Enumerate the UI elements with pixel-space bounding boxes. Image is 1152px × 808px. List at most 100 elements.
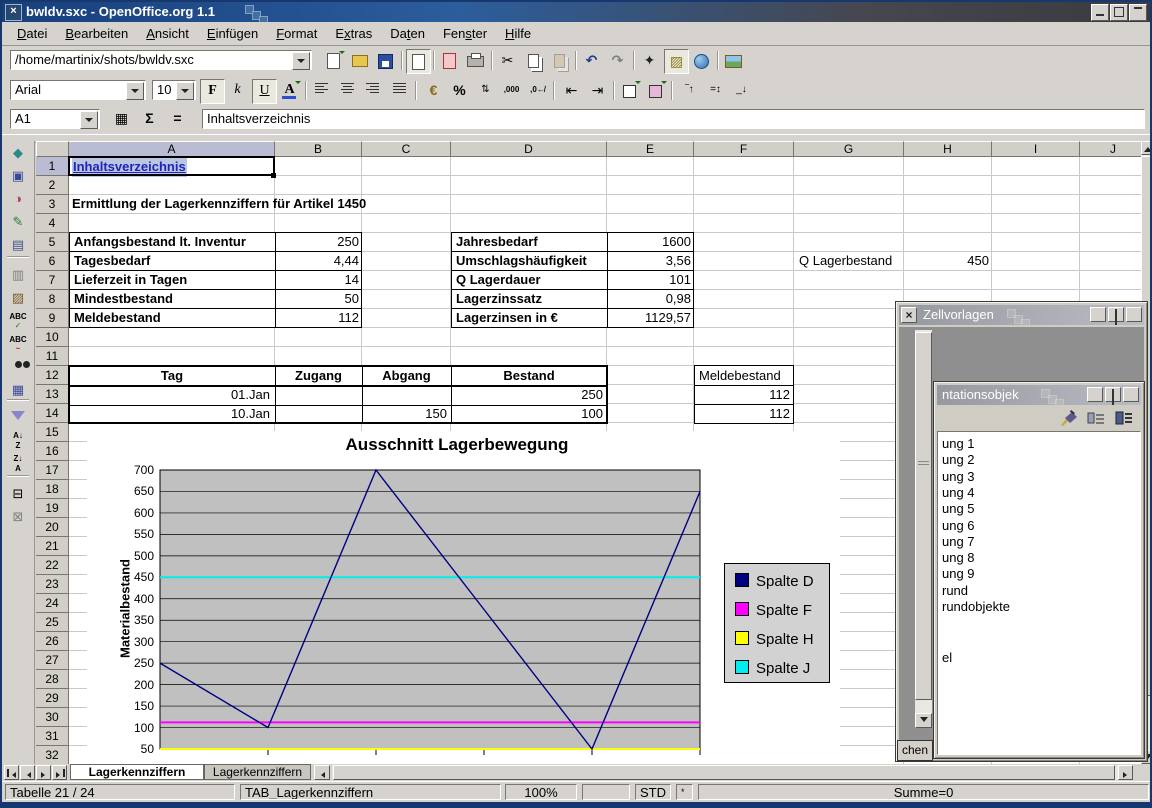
scroll-down-icon[interactable]	[915, 713, 932, 728]
stylist-style-list[interactable]: ung 1ung 2ung 3ung 4ung 5ung 6ung 7ung 8…	[937, 431, 1141, 755]
menu-item-fenster[interactable]: Fenster	[434, 24, 496, 43]
insert-fields-icon[interactable]: ▥	[6, 264, 30, 286]
style-list-item[interactable]: ung 1	[942, 436, 975, 452]
navigator-icon[interactable]: ✦	[638, 49, 661, 72]
horizontal-scroll-thumb[interactable]	[333, 765, 1115, 780]
row-header-25[interactable]: 25	[36, 613, 69, 632]
copy-icon[interactable]	[522, 49, 545, 72]
decrease-indent-icon[interactable]: ⇤	[560, 79, 583, 102]
menu-item-daten[interactable]: Daten	[381, 24, 434, 43]
column-header-F[interactable]: F	[694, 141, 794, 157]
increase-indent-icon[interactable]: ⇥	[586, 79, 609, 102]
titlebar[interactable]: × bwldv.sxc - OpenOffice.org 1.1	[2, 2, 1150, 22]
formula-input[interactable]: Inhaltsverzeichnis	[202, 109, 1145, 129]
print-button[interactable]	[464, 49, 487, 72]
undo-icon[interactable]: ↶	[580, 49, 603, 72]
style-list-item[interactable]: ung 5	[942, 501, 975, 517]
row-header-13[interactable]: 13	[36, 385, 69, 404]
row-header-5[interactable]: 5	[36, 233, 69, 252]
row-header-19[interactable]: 19	[36, 499, 69, 518]
maximize-button[interactable]	[1110, 4, 1128, 21]
function-autopilot-icon[interactable]: ▦	[110, 107, 133, 130]
cut-icon[interactable]: ✂	[496, 49, 519, 72]
zoom-field[interactable]: 100%	[505, 784, 577, 800]
font-name-dropdown-icon[interactable]	[126, 82, 144, 100]
background-color-icon[interactable]	[644, 79, 667, 102]
row-header-10[interactable]: 10	[36, 328, 69, 347]
draw-functions-icon[interactable]: ✎	[6, 211, 30, 233]
tab-scroll-left-icon[interactable]	[314, 765, 330, 780]
font-color-button[interactable]: A	[278, 79, 301, 102]
row-header-21[interactable]: 21	[36, 537, 69, 556]
delete-decimal-icon[interactable]: ,0↚	[526, 79, 549, 102]
row-header-9[interactable]: 9	[36, 309, 69, 328]
close-icon[interactable]: ×	[901, 307, 917, 323]
sum-field[interactable]: Summe=0	[698, 784, 1149, 800]
row-headers[interactable]: 1234567891011121314151617181920212223242…	[36, 157, 69, 764]
redo-icon[interactable]: ↷	[606, 49, 629, 72]
export-pdf-button[interactable]	[438, 49, 461, 72]
align-right-icon[interactable]	[362, 79, 385, 102]
row-header-20[interactable]: 20	[36, 518, 69, 537]
sort-descending-icon[interactable]: Z↓A	[6, 453, 30, 475]
zellvorlagen-scroll-thumb[interactable]	[915, 332, 932, 700]
style-list-item[interactable]: ung 6	[942, 518, 975, 534]
data-sources-icon[interactable]: ▦	[6, 379, 30, 401]
edit-file-button[interactable]: ✎	[406, 49, 431, 74]
new-style-from-selection-icon[interactable]	[1087, 410, 1105, 429]
function-icon[interactable]: =	[166, 107, 189, 130]
borders-icon[interactable]	[618, 79, 641, 102]
align-middle-icon[interactable]: =↕	[704, 79, 727, 102]
gallery-icon[interactable]	[722, 49, 745, 72]
new-document-button[interactable]	[322, 49, 345, 72]
insert-cells-icon[interactable]: ▣	[6, 165, 30, 187]
row-header-4[interactable]: 4	[36, 214, 69, 233]
cell-reference-dropdown-icon[interactable]	[80, 111, 98, 129]
column-header-E[interactable]: E	[607, 141, 694, 157]
sheet-tab-inactive[interactable]: Lagerkennziffern	[204, 764, 311, 780]
font-size-dropdown-icon[interactable]	[176, 82, 194, 100]
align-left-icon[interactable]	[310, 79, 333, 102]
align-center-icon[interactable]	[336, 79, 359, 102]
row-header-15[interactable]: 15	[36, 423, 69, 442]
style-list-item[interactable]: ung 7	[942, 534, 975, 550]
italic-button[interactable]: k	[226, 79, 249, 102]
last-sheet-icon[interactable]	[52, 765, 67, 780]
standard-format-icon[interactable]: ⇅	[474, 79, 497, 102]
menu-item-format[interactable]: Format	[267, 24, 326, 43]
bold-button[interactable]: F	[200, 79, 225, 104]
menu-item-datei[interactable]: Datei	[8, 24, 56, 43]
column-header-D[interactable]: D	[451, 141, 607, 157]
chart-object[interactable]: Ausschnitt Lagerbewegung Materialbestand…	[87, 431, 840, 764]
select-all-corner[interactable]	[36, 141, 69, 157]
row-header-12[interactable]: 12	[36, 366, 69, 385]
style-list-item[interactable]: rund	[942, 583, 968, 599]
cell-reference-box[interactable]: A1	[10, 109, 100, 129]
stylist-window-buttons[interactable]	[1085, 387, 1139, 405]
style-list-item[interactable]: ung 2	[942, 452, 975, 468]
minimize-button[interactable]	[1091, 4, 1109, 21]
row-header-18[interactable]: 18	[36, 480, 69, 499]
underline-button[interactable]: U	[252, 79, 277, 104]
menu-item-bearbeiten[interactable]: Bearbeiten	[56, 24, 137, 43]
scroll-up-icon[interactable]	[1141, 141, 1152, 155]
row-header-32[interactable]: 32	[36, 746, 69, 764]
style-list-item[interactable]: rundobjekte	[942, 599, 1010, 615]
url-field[interactable]: /home/martinix/shots/bwldv.sxc	[10, 50, 312, 70]
previous-sheet-icon[interactable]	[20, 765, 35, 780]
currency-format-icon[interactable]: €	[422, 79, 445, 102]
column-header-J[interactable]: J	[1080, 141, 1141, 157]
align-bottom-icon[interactable]: _↓	[730, 79, 753, 102]
row-header-28[interactable]: 28	[36, 670, 69, 689]
percent-format-icon[interactable]: %	[448, 79, 471, 102]
sort-ascending-icon[interactable]: A↓Z	[6, 430, 30, 452]
row-header-1[interactable]: 1	[36, 157, 69, 176]
watering-can-icon[interactable]	[1059, 410, 1079, 430]
horizontal-scrollbar[interactable]	[332, 765, 1118, 780]
row-header-8[interactable]: 8	[36, 290, 69, 309]
auto-spellcheck-icon[interactable]: ABC~	[6, 333, 30, 355]
column-header-I[interactable]: I	[992, 141, 1080, 157]
row-header-24[interactable]: 24	[36, 594, 69, 613]
style-list-item[interactable]: ung 8	[942, 550, 975, 566]
row-header-30[interactable]: 30	[36, 708, 69, 727]
